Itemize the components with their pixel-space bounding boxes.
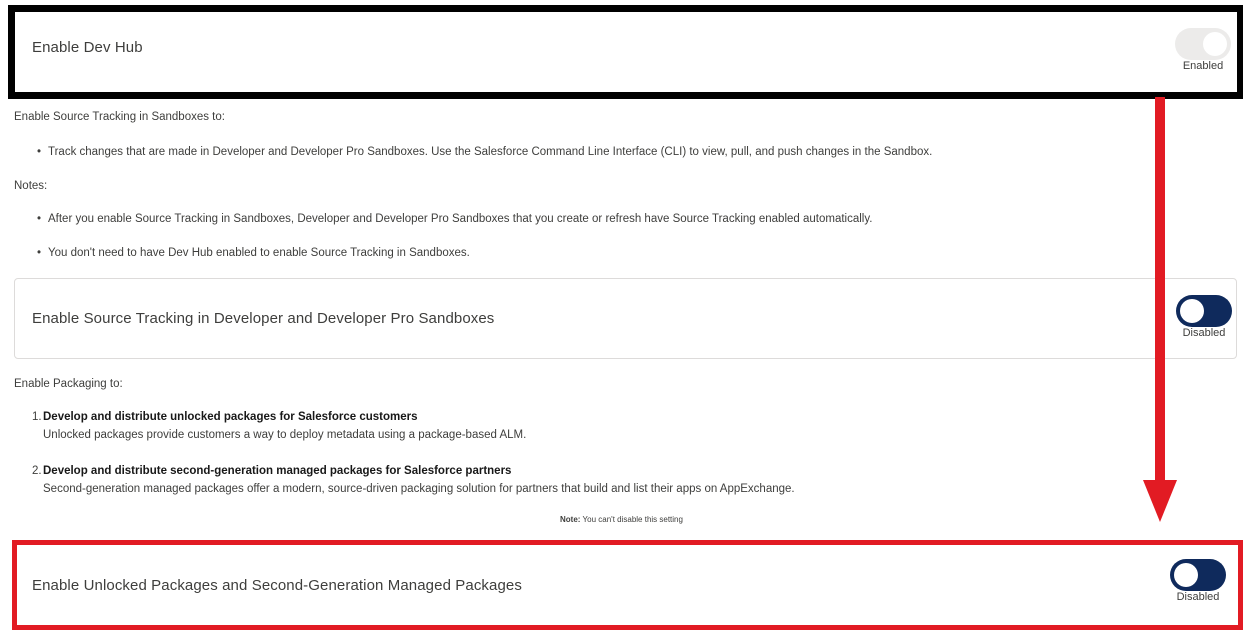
- packaging-toggle-group[interactable]: Disabled: [1170, 559, 1226, 603]
- list-number: 2.: [32, 465, 42, 477]
- devhub-setting-card: Enable Dev Hub Enabled: [8, 5, 1243, 99]
- list-number: 1.: [32, 411, 42, 423]
- devhub-title: Enable Dev Hub: [32, 38, 143, 56]
- source-tracking-toggle[interactable]: [1176, 295, 1232, 327]
- note-label: Note:: [560, 515, 581, 524]
- list-item-heading: Develop and distribute unlocked packages…: [43, 411, 418, 423]
- source-tracking-bullet: Track changes that are made in Developer…: [37, 146, 932, 158]
- devhub-toggle: [1175, 28, 1231, 60]
- packaging-toggle[interactable]: [1170, 559, 1226, 591]
- note-text: You can't disable this setting: [582, 515, 683, 524]
- devhub-status: Enabled: [1182, 60, 1224, 72]
- list-item-description: Unlocked packages provide customers a wa…: [43, 429, 527, 441]
- packaging-status: Disabled: [1176, 591, 1220, 603]
- down-arrow-icon: [1143, 97, 1177, 522]
- packaging-list-item: 1. Develop and distribute unlocked packa…: [32, 408, 527, 444]
- source-tracking-intro: Enable Source Tracking in Sandboxes to:: [14, 111, 225, 123]
- devhub-toggle-group: Enabled: [1175, 28, 1231, 72]
- note-item: You don't need to have Dev Hub enabled t…: [37, 247, 470, 259]
- packaging-note: Note: You can't disable this setting: [0, 515, 1243, 524]
- notes-label: Notes:: [14, 180, 48, 192]
- packaging-setting-card: Enable Unlocked Packages and Second-Gene…: [12, 540, 1243, 630]
- list-item-heading: Develop and distribute second-generation…: [43, 465, 512, 477]
- packaging-list-item: 2. Develop and distribute second-generat…: [32, 462, 795, 498]
- packaging-intro: Enable Packaging to:: [14, 378, 123, 390]
- source-tracking-status: Disabled: [1182, 327, 1226, 339]
- source-tracking-toggle-group[interactable]: Disabled: [1176, 295, 1232, 339]
- list-item-description: Second-generation managed packages offer…: [43, 483, 795, 495]
- source-tracking-setting-card: Enable Source Tracking in Developer and …: [14, 278, 1237, 359]
- note-item: After you enable Source Tracking in Sand…: [37, 213, 872, 225]
- source-tracking-title: Enable Source Tracking in Developer and …: [32, 310, 495, 327]
- packaging-title: Enable Unlocked Packages and Second-Gene…: [32, 576, 522, 594]
